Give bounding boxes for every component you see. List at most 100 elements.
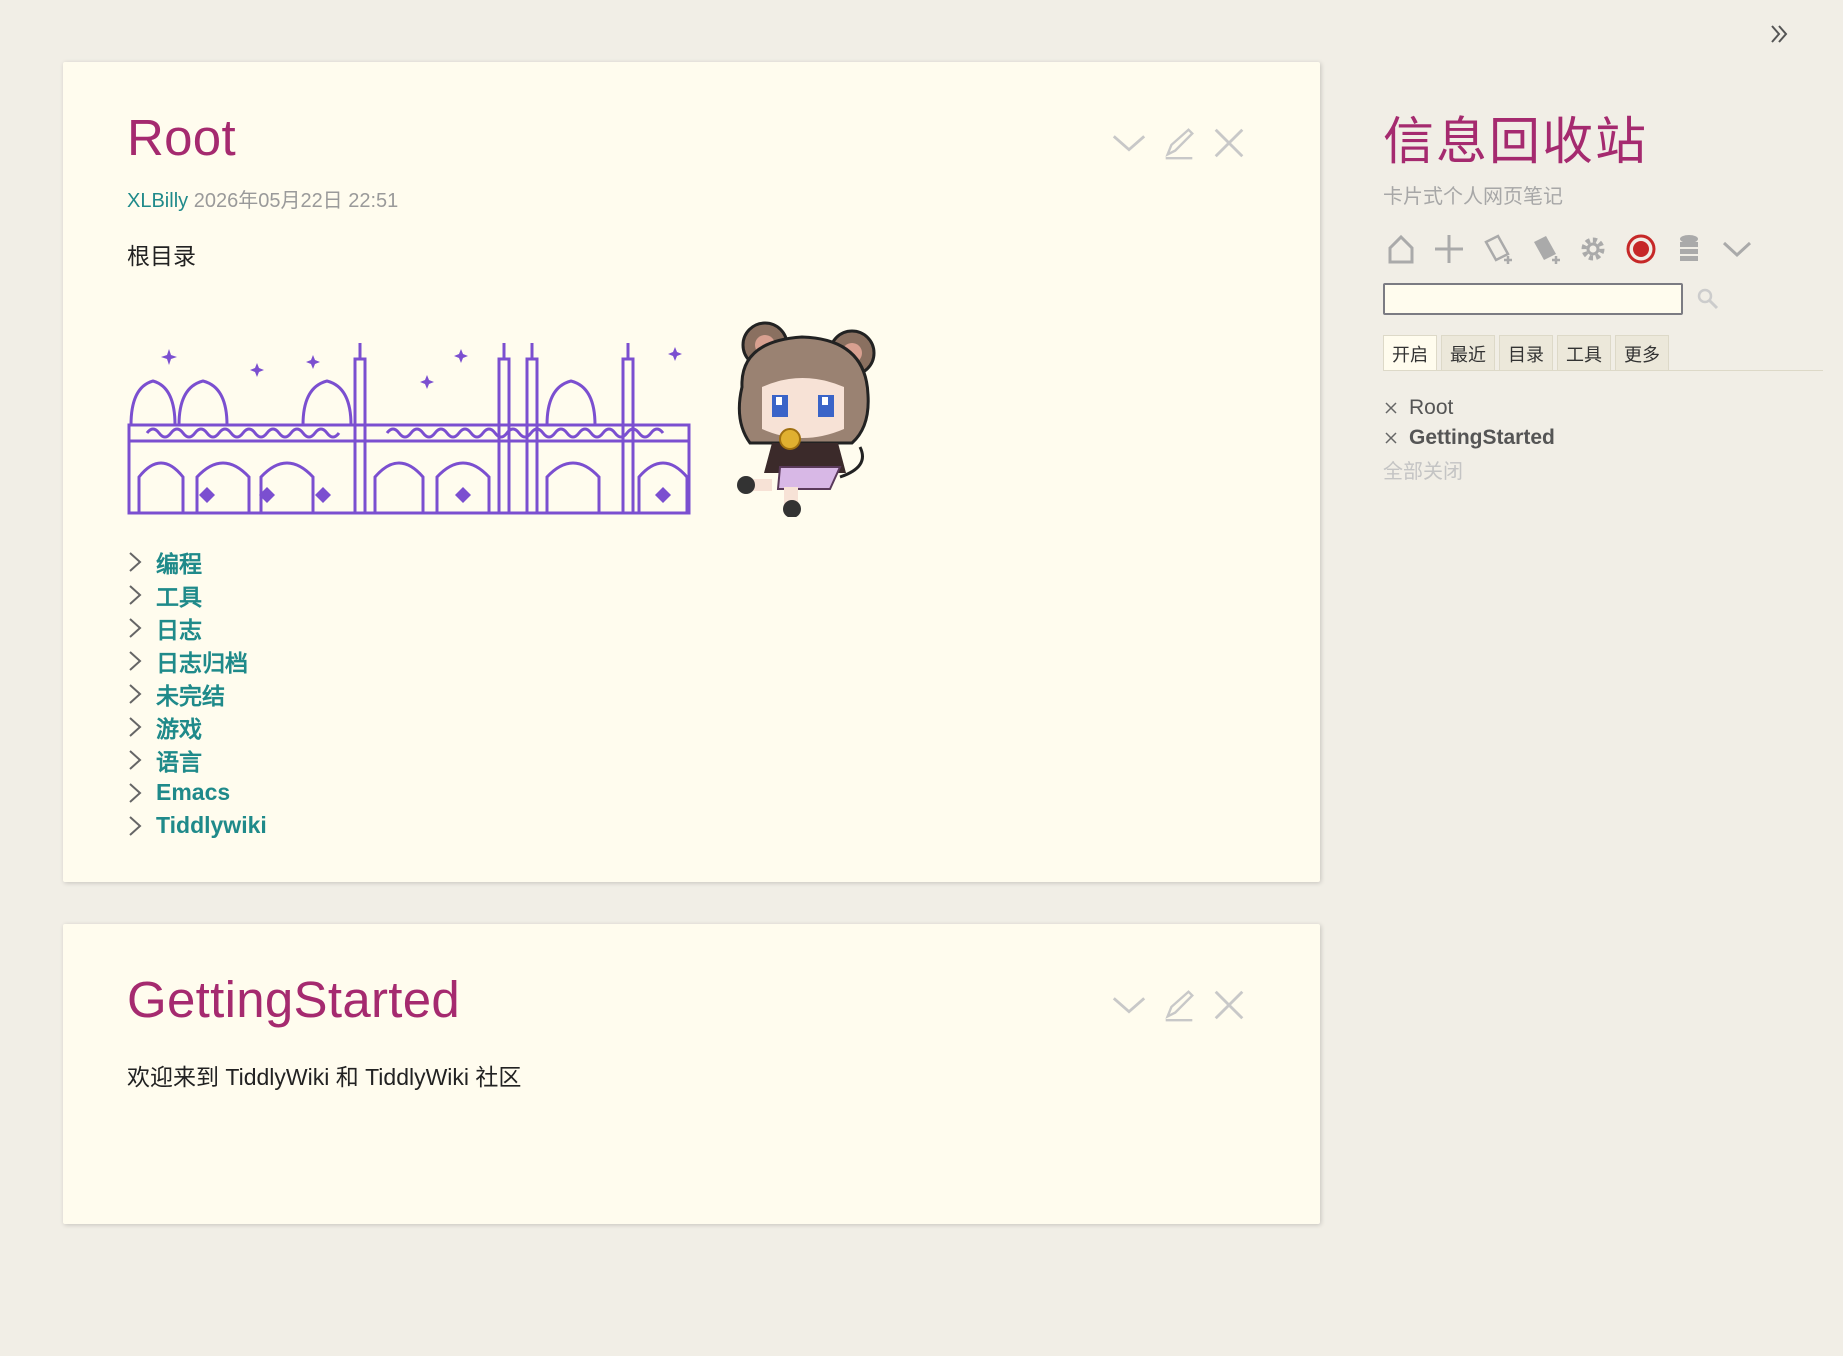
site-title: 信息回收站 [1383,113,1649,170]
edit-button[interactable] [1160,124,1198,162]
toc-link[interactable]: 日志归档 [156,644,248,678]
more-actions-button[interactable] [1110,124,1148,162]
toc-item: 工具 [127,578,1256,611]
toc-item: 未完结 [127,677,1256,710]
tiddler-title: Root [127,109,236,166]
tiddler-root: Root XLBilly 2026年05月22日 22:51 根目录 编程 工具… [63,62,1320,883]
close-icon [1214,990,1244,1020]
close-icon [1385,432,1397,444]
toc-link[interactable]: Tiddlywiki [156,812,267,839]
toc-expand-toggle[interactable] [127,781,147,805]
toc-link[interactable]: 日志 [156,611,202,645]
toc-item: 游戏 [127,710,1256,743]
new-tiddler-button[interactable] [1431,231,1467,267]
record-icon [1626,234,1656,264]
tiddler-subtitle: XLBilly 2026年05月22日 22:51 [127,184,1256,213]
tiddler-controls [1110,986,1248,1024]
toc-item: 日志归档 [127,644,1256,677]
toc-link[interactable]: 游戏 [156,710,202,744]
search-icon [1697,288,1719,310]
more-actions-button[interactable] [1110,986,1148,1024]
tiddler-title: GettingStarted [127,971,461,1029]
import-button[interactable] [1527,231,1563,267]
storage-icon [1680,235,1698,261]
double-chevron-right-icon [1771,25,1788,43]
close-tiddler-button[interactable] [1383,430,1399,446]
toc-item: Tiddlywiki [127,809,1256,842]
pencil-icon [1165,128,1194,160]
tiddler-body: 根目录 编程 工具 日志 日志归档 未完结 游戏 语言 Emacs Tiddly… [127,237,1256,842]
new-journal-icon [1484,234,1512,264]
close-tiddler-button[interactable] [1383,400,1399,416]
open-tiddler-item: GettingStarted [1383,423,1843,453]
toc-expand-toggle[interactable] [127,616,147,640]
site-subtitle: 卡片式个人网页笔记 [1383,186,1563,208]
chevron-right-icon [129,782,142,803]
chevron-down-icon [1722,241,1752,258]
close-button[interactable] [1210,124,1248,162]
toc-link[interactable]: 工具 [156,578,202,612]
toc-expand-toggle[interactable] [127,583,147,607]
more-button[interactable] [1719,231,1755,267]
page-controls [1383,231,1843,267]
chevron-down-icon [1112,135,1146,152]
toc-expand-toggle[interactable] [127,814,147,838]
toc-item: 日志 [127,611,1256,644]
control-panel-button[interactable] [1575,231,1611,267]
chevron-right-icon [129,683,142,704]
tab-toc[interactable]: 目录 [1499,335,1553,370]
fold-sidebar-button[interactable] [1763,18,1795,50]
tiddler-date: 2026年05月22日 22:51 [193,190,399,213]
ornamental-banner-image [127,343,691,515]
import-icon [1534,236,1560,264]
tiddler-intro: 根目录 [127,243,196,270]
chevron-right-icon [129,749,142,770]
toc-link[interactable]: 语言 [156,743,202,777]
sidebar-tabs: 开启 最近 目录 工具 更多 [1383,335,1823,371]
tab-recent[interactable]: 最近 [1441,335,1495,370]
tiddler-gettingstarted: GettingStarted 欢迎来到 TiddlyWiki 和 TiddlyW… [63,924,1320,1225]
close-all-button[interactable]: 全部关闭 [1383,455,1843,484]
sidebar: 信息回收站 卡片式个人网页笔记 开启 最近 目录 工具 更多 Root Gett… [1383,100,1843,484]
search-row [1383,283,1843,315]
tiddler-intro: 欢迎来到 TiddlyWiki 和 TiddlyWiki 社区 [127,1064,522,1091]
tiddler-author[interactable]: XLBilly [127,190,188,212]
chevron-down-icon [1112,997,1146,1014]
open-tiddler-item: Root [1383,393,1843,423]
toc-expand-toggle[interactable] [127,748,147,772]
toc-link[interactable]: 编程 [156,545,202,579]
toc-expand-toggle[interactable] [127,715,147,739]
chevron-right-icon [129,584,142,605]
open-tiddler-link[interactable]: GettingStarted [1409,426,1555,450]
new-journal-button[interactable] [1479,231,1515,267]
edit-button[interactable] [1160,986,1198,1024]
storage-button[interactable] [1671,231,1707,267]
close-button[interactable] [1210,986,1248,1024]
record-button[interactable] [1623,231,1659,267]
close-icon [1214,128,1244,158]
toc-expand-toggle[interactable] [127,682,147,706]
home-button[interactable] [1383,231,1419,267]
home-icon [1388,234,1414,264]
search-input[interactable] [1383,283,1683,315]
toc-link[interactable]: Emacs [156,779,230,806]
story-river: Root XLBilly 2026年05月22日 22:51 根目录 编程 工具… [63,62,1320,1225]
chevron-right-icon [129,551,142,572]
toc-link[interactable]: 未完结 [156,677,225,711]
gear-icon [1581,237,1605,261]
toc-item: 语言 [127,743,1256,776]
mascot-pixel-art-image [737,321,876,519]
toc-expand-toggle[interactable] [127,649,147,673]
search-button[interactable] [1693,284,1723,314]
toc-expand-toggle[interactable] [127,550,147,574]
tab-more[interactable]: 更多 [1615,335,1669,370]
tab-open[interactable]: 开启 [1383,335,1437,370]
toc-item: 编程 [127,545,1256,578]
pencil-icon [1165,990,1194,1022]
new-tiddler-icon [1435,235,1463,263]
tab-tools[interactable]: 工具 [1557,335,1611,370]
chevron-right-icon [129,716,142,737]
chevron-right-icon [129,650,142,671]
open-tiddler-link[interactable]: Root [1409,396,1453,420]
toc-list: 编程 工具 日志 日志归档 未完结 游戏 语言 Emacs Tiddlywiki [127,545,1256,842]
